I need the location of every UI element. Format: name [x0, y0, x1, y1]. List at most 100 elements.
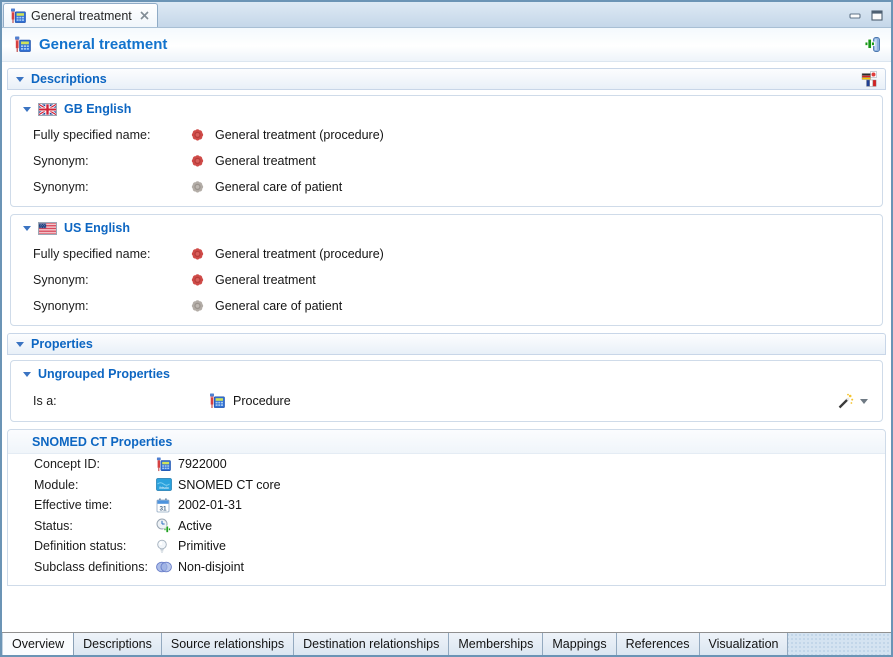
module-icon: ihtsdo: [156, 478, 178, 491]
tab-label: Destination relationships: [303, 637, 439, 651]
status-active-icon: [156, 518, 178, 533]
description-term[interactable]: General treatment (procedure): [215, 128, 882, 142]
description-row: Fully specified name: General treatment …: [11, 122, 882, 148]
preferred-term-icon: [191, 247, 215, 261]
tab-label: Mappings: [552, 637, 606, 651]
chevron-down-icon[interactable]: [16, 77, 24, 82]
procedure-icon: [14, 36, 31, 53]
description-type-label: Synonym:: [33, 180, 191, 194]
property-row: Definition status: Primitive: [8, 536, 885, 557]
svg-text:31: 31: [159, 505, 167, 512]
chevron-down-icon[interactable]: [16, 342, 24, 347]
tab-overview[interactable]: Overview: [2, 633, 74, 655]
snomed-ct-properties-title: SNOMED CT Properties: [32, 435, 172, 449]
language-group-gb-header[interactable]: GB English: [11, 96, 882, 122]
ungrouped-properties-group: Ungrouped Properties Is a:: [10, 360, 883, 422]
description-term[interactable]: General care of patient: [215, 180, 882, 194]
bulb-icon: [156, 539, 178, 554]
snomed-ct-properties-group: SNOMED CT Properties Concept ID: 79220: [7, 429, 886, 586]
ungrouped-properties-header[interactable]: Ungrouped Properties: [11, 361, 882, 387]
tab-mappings[interactable]: Mappings: [543, 633, 616, 655]
us-flag-icon: [38, 222, 57, 235]
tab-descriptions[interactable]: Descriptions: [74, 633, 162, 655]
property-label: Effective time:: [34, 498, 156, 512]
wand-icon[interactable]: [837, 393, 854, 410]
is-a-row: Is a: Procedure: [11, 387, 882, 415]
language-group-us-title: US English: [64, 221, 130, 235]
tab-destination-relationships[interactable]: Destination relationships: [294, 633, 449, 655]
minimize-icon[interactable]: [849, 11, 861, 21]
description-term[interactable]: General care of patient: [215, 299, 882, 313]
property-row: Module: ihtsdo SNOMED CT core: [8, 475, 885, 496]
description-row: Fully specified name: General treatment …: [11, 241, 882, 267]
chevron-down-icon[interactable]: [23, 372, 31, 377]
description-type-label: Fully specified name:: [33, 128, 191, 142]
acceptable-term-icon: [191, 180, 215, 194]
tab-label: Descriptions: [83, 637, 152, 651]
description-row: Synonym: General treatment: [11, 148, 882, 174]
tab-visualization[interactable]: Visualization: [700, 633, 789, 655]
section-properties-title: Properties: [31, 337, 93, 351]
description-term[interactable]: General treatment: [215, 154, 882, 168]
description-type-label: Synonym:: [33, 299, 191, 313]
tab-references[interactable]: References: [617, 633, 700, 655]
editor-page-tabs: Overview Descriptions Source relationshi…: [2, 632, 891, 655]
description-type-label: Fully specified name:: [33, 247, 191, 261]
tab-source-relationships[interactable]: Source relationships: [162, 633, 294, 655]
chevron-down-icon[interactable]: [23, 226, 31, 231]
property-row: Status: Active: [8, 516, 885, 537]
property-label: Status:: [34, 519, 156, 533]
description-term[interactable]: General treatment: [215, 273, 882, 287]
property-label: Definition status:: [34, 539, 156, 553]
description-type-label: Synonym:: [33, 273, 191, 287]
property-row: Effective time: 31 2002-01-31: [8, 495, 885, 516]
language-group-us-header[interactable]: US English: [11, 215, 882, 241]
tab-label: Source relationships: [171, 637, 284, 651]
tab-label: Visualization: [709, 637, 779, 651]
language-group-us: US English Fully specified name: General…: [10, 214, 883, 326]
close-icon[interactable]: [140, 11, 149, 20]
is-a-value[interactable]: Procedure: [233, 394, 837, 408]
property-label: Subclass definitions:: [34, 560, 156, 574]
ungrouped-properties-title: Ungrouped Properties: [38, 367, 170, 381]
property-value: Non-disjoint: [178, 560, 885, 574]
property-row: Concept ID: 7922000: [8, 454, 885, 475]
tab-label: References: [626, 637, 690, 651]
concept-editor-window: General treatment: [0, 0, 893, 657]
calendar-icon: 31: [156, 498, 178, 513]
property-label: Module:: [34, 478, 156, 492]
tab-general-treatment[interactable]: General treatment: [3, 3, 158, 27]
tab-label: Memberships: [458, 637, 533, 651]
property-value: 7922000: [178, 457, 885, 471]
gb-flag-icon: [38, 103, 57, 116]
property-value: Active: [178, 519, 885, 533]
section-descriptions-header[interactable]: Descriptions: [7, 68, 886, 90]
editor-tab-bar: General treatment: [2, 2, 891, 28]
property-value: 2002-01-31: [178, 498, 885, 512]
concept-header: General treatment: [2, 28, 891, 62]
section-descriptions-title: Descriptions: [31, 72, 107, 86]
acceptable-term-icon: [191, 299, 215, 313]
chevron-down-icon[interactable]: [860, 399, 868, 404]
procedure-icon: [10, 8, 26, 24]
tab-memberships[interactable]: Memberships: [449, 633, 543, 655]
language-group-gb-title: GB English: [64, 102, 131, 116]
snomed-ct-properties-header: SNOMED CT Properties: [8, 430, 885, 454]
property-value: SNOMED CT core: [178, 478, 885, 492]
language-group-gb: GB English Fully specified name: General…: [10, 95, 883, 207]
description-row: Synonym: General treatment: [11, 267, 882, 293]
property-label: Concept ID:: [34, 457, 156, 471]
concept-form: Descriptions: [2, 62, 891, 632]
is-a-label: Is a:: [33, 394, 209, 408]
svg-text:ihtsdo: ihtsdo: [159, 486, 169, 490]
page-title: General treatment: [39, 36, 167, 53]
add-description-icon[interactable]: [864, 36, 881, 53]
procedure-icon: [156, 457, 178, 472]
chevron-down-icon[interactable]: [23, 107, 31, 112]
maximize-icon[interactable]: [871, 10, 883, 21]
section-properties-header[interactable]: Properties: [7, 333, 886, 355]
description-term[interactable]: General treatment (procedure): [215, 247, 882, 261]
add-language-icon[interactable]: [861, 71, 877, 87]
preferred-term-icon: [191, 128, 215, 142]
description-row: Synonym: General care of patient: [11, 174, 882, 200]
